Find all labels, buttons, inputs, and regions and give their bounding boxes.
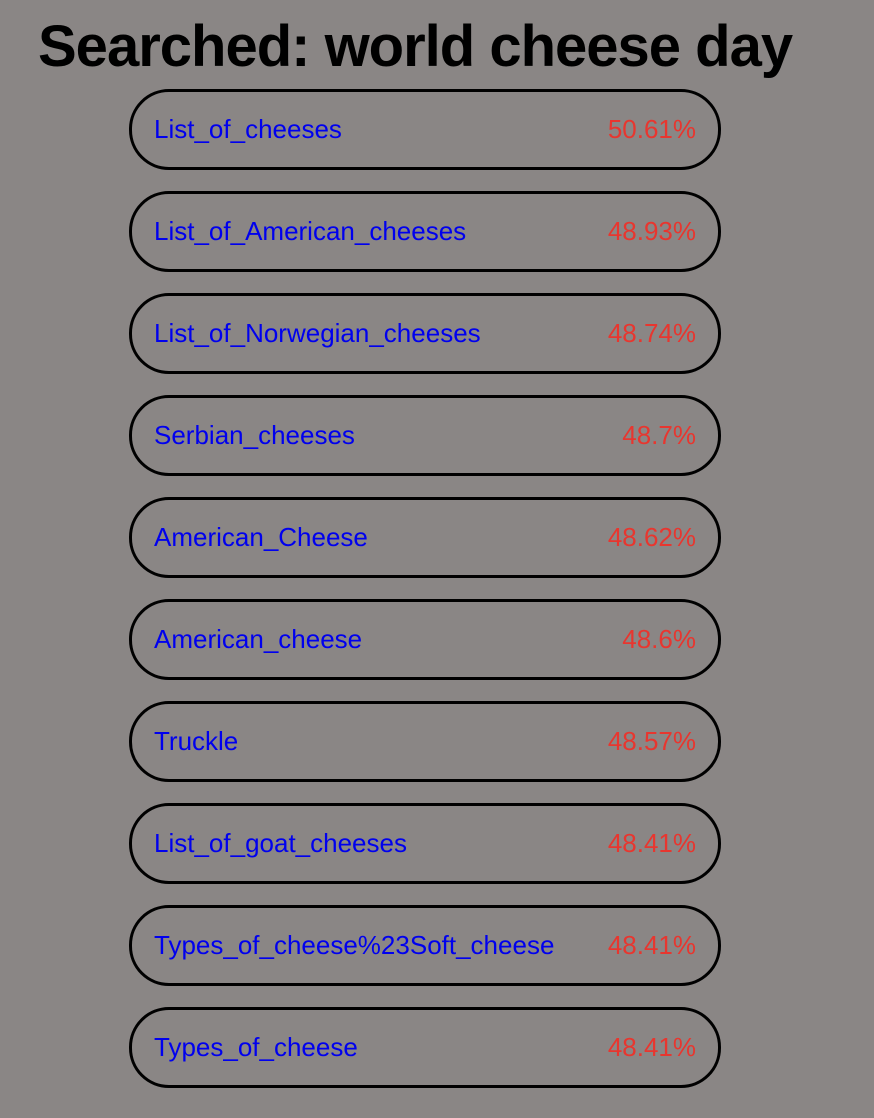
result-item: List_of_goat_cheeses 48.41% [129, 803, 721, 884]
result-link[interactable]: Types_of_cheese%23Soft_cheese [154, 930, 554, 961]
result-score: 48.57% [607, 726, 696, 756]
result-item: List_of_Norwegian_cheeses 48.74% [129, 293, 721, 374]
result-item: American_Cheese 48.62% [129, 497, 721, 578]
result-item: Truckle 48.57% [129, 701, 721, 782]
result-item: Types_of_cheese%23Soft_cheese 48.41% [129, 905, 721, 986]
result-link[interactable]: Truckle [154, 726, 238, 757]
result-link[interactable]: List_of_goat_cheeses [154, 828, 407, 859]
result-score: 48.41% [607, 828, 696, 858]
result-link[interactable]: American_cheese [154, 624, 362, 655]
result-score: 48.7% [622, 420, 696, 450]
result-link[interactable]: Serbian_cheeses [154, 420, 355, 451]
result-item: List_of_cheeses 50.61% [129, 89, 721, 170]
result-link[interactable]: List_of_cheeses [154, 114, 342, 145]
result-item: American_cheese 48.6% [129, 599, 721, 680]
result-link[interactable]: American_Cheese [154, 522, 368, 553]
result-link[interactable]: List_of_American_cheeses [154, 216, 466, 247]
result-item: Types_of_cheese 48.41% [129, 1007, 721, 1088]
result-score: 48.41% [607, 930, 696, 960]
result-score: 48.6% [622, 624, 696, 654]
result-link[interactable]: Types_of_cheese [154, 1032, 358, 1063]
result-item: Serbian_cheeses 48.7% [129, 395, 721, 476]
page-title: Searched: world cheese day [38, 14, 793, 79]
result-item: List_of_American_cheeses 48.93% [129, 191, 721, 272]
result-score: 48.74% [607, 318, 696, 348]
result-score: 48.41% [607, 1032, 696, 1062]
results-list: List_of_cheeses 50.61% List_of_American_… [129, 89, 721, 1109]
result-score: 50.61% [607, 114, 696, 144]
result-link[interactable]: List_of_Norwegian_cheeses [154, 318, 481, 349]
result-score: 48.62% [607, 522, 696, 552]
result-score: 48.93% [607, 216, 696, 246]
